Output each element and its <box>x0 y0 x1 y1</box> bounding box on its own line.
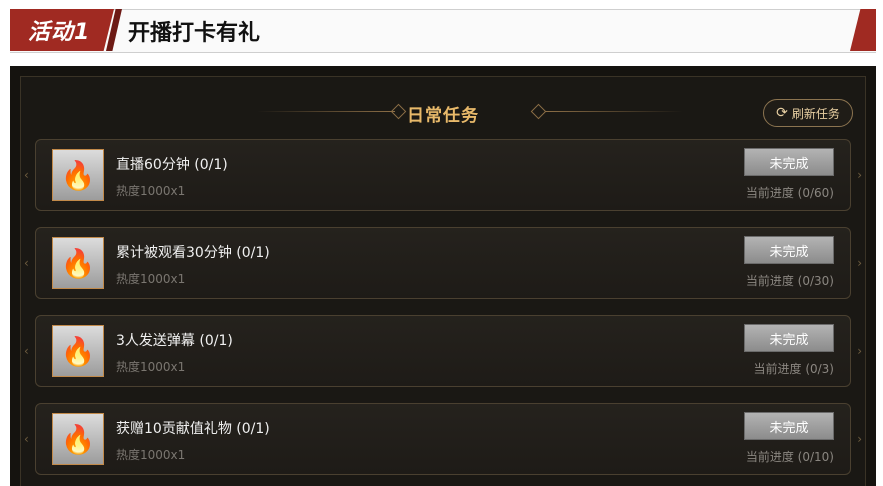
panel-title: 日常任务 <box>407 106 479 126</box>
flame-icon: 🔥 <box>60 158 96 192</box>
task-name: 获赠10贡献值礼物 (0/1) <box>116 421 270 437</box>
chevron-right-icon: › <box>857 256 862 270</box>
refresh-tasks-button[interactable]: ⟳ 刷新任务 <box>763 99 853 127</box>
chevron-left-icon: ‹ <box>24 344 29 358</box>
task-reward-icon-box: 🔥 <box>52 325 104 377</box>
task-name: 直播60分钟 (0/1) <box>116 157 228 173</box>
chevron-left-icon: ‹ <box>24 168 29 182</box>
title-divider-right <box>545 111 683 112</box>
flame-icon: 🔥 <box>60 246 96 280</box>
chevron-left-icon: ‹ <box>24 256 29 270</box>
task-status-button[interactable]: 未完成 <box>744 148 834 176</box>
task-card: ‹ 🔥 累计被观看30分钟 (0/1) 热度1000x1 未完成 当前进度 (0… <box>24 227 862 299</box>
flame-icon: 🔥 <box>60 334 96 368</box>
task-reward-icon-box: 🔥 <box>52 413 104 465</box>
refresh-icon: ⟳ <box>776 105 788 121</box>
chevron-left-icon: ‹ <box>24 432 29 446</box>
task-progress: 当前进度 (0/10) <box>745 450 834 464</box>
task-name: 累计被观看30分钟 (0/1) <box>116 245 270 261</box>
task-name: 3人发送弹幕 (0/1) <box>116 333 233 349</box>
task-reward-icon-box: 🔥 <box>52 237 104 289</box>
refresh-tasks-label: 刷新任务 <box>791 106 840 121</box>
flame-icon: 🔥 <box>60 422 96 456</box>
task-status-button[interactable]: 未完成 <box>744 412 834 440</box>
daily-tasks-panel: 日常任务 ⟳ 刷新任务 ‹ 🔥 直播60分钟 (0/1) 热度1000x1 未完… <box>10 66 876 486</box>
task-reward: 热度1000x1 <box>116 360 186 374</box>
task-progress: 当前进度 (0/3) <box>753 362 835 376</box>
task-card: ‹ 🔥 3人发送弹幕 (0/1) 热度1000x1 未完成 当前进度 (0/3)… <box>24 315 862 387</box>
task-progress: 当前进度 (0/60) <box>745 186 834 200</box>
activity-banner: 活动1 开播打卡有礼 <box>10 9 876 53</box>
task-status-button[interactable]: 未完成 <box>744 324 834 352</box>
activity-tag-label: 活动1 <box>28 20 91 45</box>
task-progress: 当前进度 (0/30) <box>745 274 834 288</box>
panel-frame: 日常任务 ⟳ 刷新任务 ‹ 🔥 直播60分钟 (0/1) 热度1000x1 未完… <box>20 76 866 486</box>
chevron-right-icon: › <box>857 432 862 446</box>
task-reward: 热度1000x1 <box>116 448 186 462</box>
activity-title: 开播打卡有礼 <box>128 21 261 46</box>
task-reward: 热度1000x1 <box>116 272 186 286</box>
task-card: ‹ 🔥 获赠10贡献值礼物 (0/1) 热度1000x1 未完成 当前进度 (0… <box>24 403 862 475</box>
task-reward-icon-box: 🔥 <box>52 149 104 201</box>
chevron-right-icon: › <box>857 344 862 358</box>
task-reward: 热度1000x1 <box>116 184 186 198</box>
task-status-button[interactable]: 未完成 <box>744 236 834 264</box>
task-card: ‹ 🔥 直播60分钟 (0/1) 热度1000x1 未完成 当前进度 (0/60… <box>24 139 862 211</box>
chevron-right-icon: › <box>857 168 862 182</box>
